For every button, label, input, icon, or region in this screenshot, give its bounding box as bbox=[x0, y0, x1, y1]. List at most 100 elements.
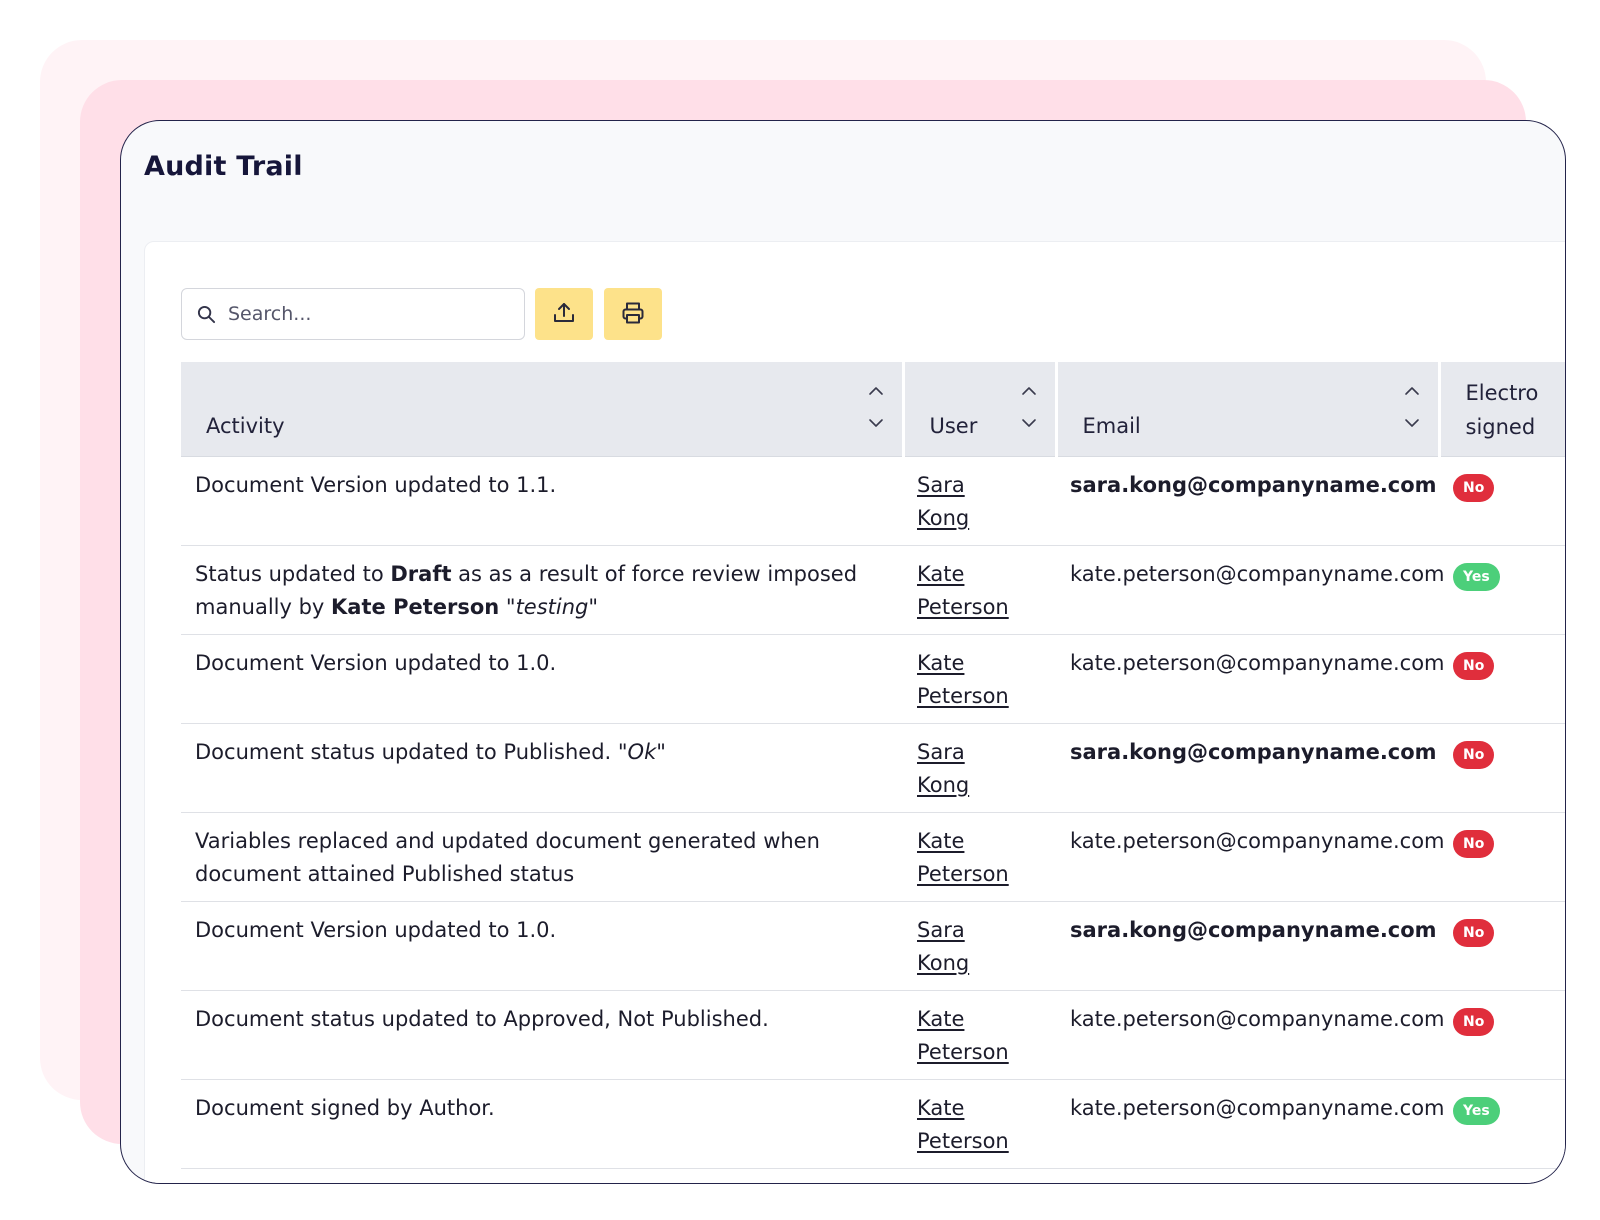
table-row: Document signed by Author. Kate Peterson k… bbox=[181, 1079, 1565, 1169]
activity-text: Document Version updated to 1.1. bbox=[195, 472, 557, 497]
upload-icon bbox=[551, 300, 577, 329]
activity-text: Document Version updated to 1.0. bbox=[195, 917, 557, 942]
signed-status-badge: No bbox=[1453, 473, 1495, 502]
electronically-signed-cell: No bbox=[1439, 456, 1565, 546]
column-header-label: User bbox=[929, 413, 978, 438]
audit-table-card: Activity User Email bbox=[144, 241, 1565, 1183]
user-link[interactable]: Kate Peterson bbox=[917, 825, 1056, 891]
email-text: kate.peterson@companyname.com bbox=[1070, 828, 1445, 853]
user-cell: Kate Peterson bbox=[903, 812, 1056, 902]
activity-cell: Document status updated to Approved, Not… bbox=[181, 990, 903, 1080]
column-header-email[interactable]: Email bbox=[1056, 362, 1441, 457]
user-cell: Sara Kong bbox=[903, 456, 1056, 546]
activity-text: Document Version updated to 1.0. bbox=[195, 650, 557, 675]
column-header-label-line2: signed bbox=[1465, 415, 1536, 439]
activity-cell: Document status updated to Published. "O… bbox=[181, 723, 903, 813]
table-row: Status updated to Draft as as a result o… bbox=[181, 545, 1565, 635]
activity-text: Document status updated to Approved, Not… bbox=[195, 1006, 769, 1031]
activity-cell: Variables replaced and updated document … bbox=[181, 812, 903, 902]
activity-comment: "Ok" bbox=[617, 739, 666, 764]
signed-status-badge: No bbox=[1453, 740, 1495, 769]
print-button[interactable] bbox=[604, 288, 662, 340]
email-cell: kate.peterson@companyname.com bbox=[1056, 812, 1445, 902]
column-header-label: Email bbox=[1082, 413, 1141, 438]
audit-trail-window: Audit Trail Search... Activity User Emai… bbox=[120, 120, 1566, 1184]
email-text: kate.peterson@companyname.com bbox=[1070, 1095, 1445, 1120]
activity-text-bold: Kate Peterson bbox=[331, 594, 500, 619]
signed-status-badge: No bbox=[1453, 918, 1495, 947]
email-text: kate.peterson@companyname.com bbox=[1070, 561, 1445, 586]
activity-text bbox=[499, 595, 506, 619]
export-button[interactable] bbox=[535, 288, 593, 340]
activity-text: Status updated to bbox=[195, 561, 391, 586]
column-header-user[interactable]: User bbox=[903, 362, 1058, 457]
table-row: Variables replaced and updated document … bbox=[181, 812, 1565, 902]
search-input[interactable] bbox=[226, 302, 510, 326]
activity-cell: Document signed by Author. bbox=[181, 1079, 903, 1169]
email-cell: sara.kong@companyname.com bbox=[1056, 901, 1439, 991]
email-cell: kate.peterson@companyname.com bbox=[1056, 634, 1445, 724]
table-body: Document Version updated to 1.1. Sara Kon… bbox=[181, 456, 1565, 1169]
email-text: kate.peterson@companyname.com bbox=[1070, 650, 1445, 675]
user-link[interactable]: Sara Kong bbox=[917, 914, 1056, 980]
table-row: Document Version updated to 1.0. Sara Kon… bbox=[181, 901, 1565, 991]
activity-text-bold: Draft bbox=[390, 561, 452, 586]
user-cell: Kate Peterson bbox=[903, 990, 1056, 1080]
sort-icon[interactable] bbox=[1404, 386, 1420, 428]
user-cell: Kate Peterson bbox=[903, 634, 1056, 724]
electronically-signed-cell: No bbox=[1439, 723, 1565, 813]
user-cell: Kate Peterson bbox=[903, 545, 1056, 635]
user-link[interactable]: Sara Kong bbox=[917, 469, 1056, 535]
signed-status-badge: No bbox=[1453, 651, 1495, 680]
activity-text: Variables replaced and updated document … bbox=[195, 828, 820, 886]
activity-cell: Document Version updated to 1.0. bbox=[181, 901, 903, 991]
signed-status-badge: No bbox=[1453, 829, 1495, 858]
signed-status-badge: Yes bbox=[1453, 1096, 1500, 1125]
email-cell: sara.kong@companyname.com bbox=[1056, 456, 1439, 546]
email-cell: kate.peterson@companyname.com bbox=[1056, 545, 1445, 635]
electronically-signed-cell: Yes bbox=[1439, 1079, 1565, 1169]
column-header-label-line1: Electro bbox=[1465, 381, 1539, 405]
email-cell: kate.peterson@companyname.com bbox=[1056, 1079, 1445, 1169]
email-text: sara.kong@companyname.com bbox=[1070, 917, 1437, 942]
search-box[interactable] bbox=[181, 288, 525, 340]
email-cell: sara.kong@companyname.com bbox=[1056, 723, 1439, 813]
email-text: kate.peterson@companyname.com bbox=[1070, 1006, 1445, 1031]
audit-table: Activity User Email Electro signed Docum… bbox=[181, 362, 1565, 1169]
activity-cell: Document Version updated to 1.1. bbox=[181, 456, 903, 546]
email-text: sara.kong@companyname.com bbox=[1070, 472, 1437, 497]
user-link[interactable]: Kate Peterson bbox=[917, 1092, 1056, 1158]
email-text: sara.kong@companyname.com bbox=[1070, 739, 1437, 764]
page-title: Audit Trail bbox=[144, 151, 303, 182]
sort-icon[interactable] bbox=[1021, 386, 1037, 428]
column-header-activity[interactable]: Activity bbox=[181, 362, 905, 457]
electronically-signed-cell: Yes bbox=[1439, 545, 1565, 635]
table-row: Document Version updated to 1.1. Sara Kon… bbox=[181, 456, 1565, 546]
user-cell: Sara Kong bbox=[903, 723, 1056, 813]
signed-status-badge: No bbox=[1453, 1007, 1495, 1036]
sort-icon[interactable] bbox=[868, 386, 884, 428]
activity-text: Document status updated to Published. bbox=[195, 739, 618, 764]
user-link[interactable]: Kate Peterson bbox=[917, 1003, 1056, 1069]
electronically-signed-cell: No bbox=[1439, 634, 1565, 724]
search-icon bbox=[196, 304, 216, 324]
table-row: Document status updated to Published. "O… bbox=[181, 723, 1565, 813]
signed-status-badge: Yes bbox=[1453, 562, 1500, 591]
electronically-signed-cell: No bbox=[1439, 901, 1565, 991]
user-cell: Kate Peterson bbox=[903, 1079, 1056, 1169]
user-link[interactable]: Kate Peterson bbox=[917, 647, 1056, 713]
user-link[interactable]: Kate Peterson bbox=[917, 558, 1056, 624]
column-header-electronically-signed[interactable]: Electro signed bbox=[1439, 362, 1565, 457]
printer-icon bbox=[620, 300, 646, 329]
table-row: Document status updated to Approved, Not… bbox=[181, 990, 1565, 1080]
user-link[interactable]: Sara Kong bbox=[917, 736, 1056, 802]
activity-comment: "testing" bbox=[505, 594, 599, 619]
electronically-signed-cell: No bbox=[1439, 990, 1565, 1080]
activity-cell: Status updated to Draft as as a result o… bbox=[181, 545, 903, 635]
table-header-row: Activity User Email Electro signed bbox=[181, 362, 1565, 457]
activity-cell: Document Version updated to 1.0. bbox=[181, 634, 903, 724]
column-header-label: Activity bbox=[206, 413, 285, 438]
table-row: Document Version updated to 1.0. Kate Pet… bbox=[181, 634, 1565, 724]
activity-text: Document signed by Author. bbox=[195, 1095, 495, 1120]
user-cell: Sara Kong bbox=[903, 901, 1056, 991]
